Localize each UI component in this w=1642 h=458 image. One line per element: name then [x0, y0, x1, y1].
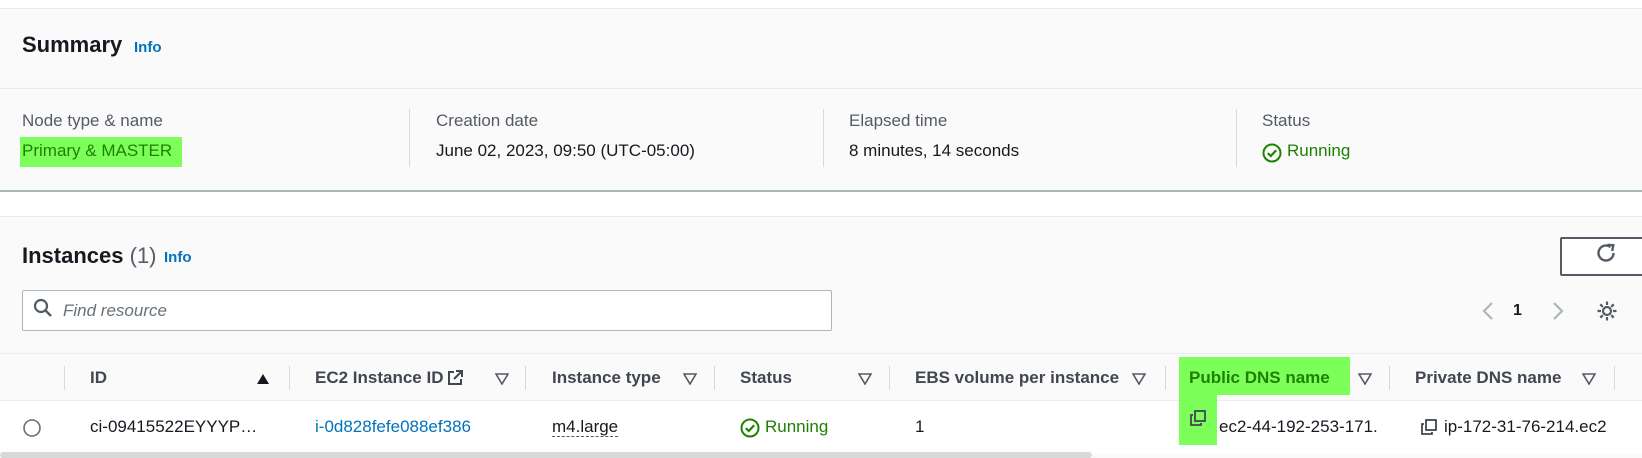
sort-icon[interactable] — [682, 372, 698, 390]
next-page-button[interactable] — [1550, 300, 1566, 327]
column-separator — [64, 366, 65, 390]
column-separator — [714, 366, 715, 390]
column-separator — [289, 366, 290, 390]
cell-public-dns: ec2-44-192-253-171. — [1219, 417, 1378, 436]
column-header-instance-type[interactable]: Instance type — [552, 368, 661, 388]
cell-ebs-volume: 1 — [915, 417, 925, 436]
elapsed-time-value: 8 minutes, 14 seconds — [849, 141, 1020, 160]
column-separator — [1614, 366, 1615, 390]
instance-type-value[interactable]: m4.large — [552, 417, 619, 437]
column-separator — [1236, 109, 1237, 167]
table-header: ID EC2 Instance ID Instance type Status … — [0, 353, 1642, 401]
instances-title-text: Instances — [22, 243, 124, 268]
instances-count: (1) — [129, 243, 157, 268]
cell-ec2-instance-id-link[interactable]: i-0d828fefe088ef386 — [315, 417, 471, 437]
check-circle-icon — [1262, 143, 1282, 168]
column-header-status[interactable]: Status — [740, 368, 792, 388]
column-separator — [1165, 366, 1166, 390]
node-type-label: Node type & name — [22, 111, 163, 130]
sort-icon[interactable] — [857, 372, 873, 390]
summary-divider — [0, 88, 1642, 89]
page-number[interactable]: 1 — [1513, 302, 1522, 320]
creation-date-label: Creation date — [436, 111, 539, 130]
search-icon — [33, 298, 53, 323]
previous-page-button[interactable] — [1480, 300, 1496, 327]
column-header-ebs-volume[interactable]: EBS volume per instance — [915, 368, 1119, 388]
status-value: Running — [1287, 141, 1351, 160]
cell-status: Running — [765, 417, 829, 436]
sort-ascending-icon[interactable] — [256, 372, 270, 390]
gear-icon[interactable] — [1596, 300, 1618, 327]
column-separator — [1389, 366, 1390, 390]
sort-icon[interactable] — [1357, 372, 1373, 390]
column-header-public-dns[interactable]: Public DNS name — [1179, 357, 1350, 395]
instances-info-link[interactable]: Info — [164, 249, 192, 266]
table-row: ci-09415522EYYYP… i-0d828fefe088ef386 m4… — [0, 395, 1642, 454]
summary-info-link[interactable]: Info — [134, 39, 162, 56]
column-header-id[interactable]: ID — [90, 368, 107, 388]
search-input[interactable] — [63, 300, 823, 321]
sort-icon[interactable] — [494, 372, 510, 390]
horizontal-scrollbar[interactable] — [0, 452, 1092, 458]
node-type-value: Primary & MASTER — [20, 137, 183, 167]
column-separator — [889, 366, 890, 390]
external-link-icon — [446, 369, 464, 392]
column-header-ec2-instance-id[interactable]: EC2 Instance ID — [315, 368, 444, 388]
sort-icon[interactable] — [1581, 372, 1597, 390]
column-separator — [409, 109, 410, 167]
status-label: Status — [1262, 111, 1311, 130]
column-header-private-dns[interactable]: Private DNS name — [1415, 368, 1561, 388]
sort-icon[interactable] — [1131, 372, 1147, 390]
refresh-icon — [1594, 242, 1618, 271]
cell-private-dns: ip-172-31-76-214.ec2 — [1444, 417, 1607, 436]
copy-icon — [1189, 409, 1207, 432]
summary-panel — [0, 8, 1642, 192]
refresh-button[interactable] — [1560, 237, 1642, 276]
cell-id: ci-09415522EYYYP… — [90, 417, 258, 436]
elapsed-time-label: Elapsed time — [849, 111, 948, 130]
check-circle-icon — [740, 418, 760, 443]
column-separator — [823, 109, 824, 167]
row-radio-button[interactable] — [22, 418, 42, 443]
creation-date-value: June 02, 2023, 09:50 (UTC-05:00) — [436, 141, 695, 160]
instances-title: Instances (1) — [22, 243, 157, 269]
copy-icon — [1420, 419, 1438, 440]
copy-private-dns-button[interactable] — [1420, 418, 1438, 441]
column-separator — [525, 366, 526, 390]
cell-instance-type: m4.large — [552, 417, 619, 437]
summary-title: Summary — [22, 32, 123, 57]
copy-public-dns-button[interactable] — [1179, 395, 1217, 445]
search-box — [22, 290, 832, 331]
